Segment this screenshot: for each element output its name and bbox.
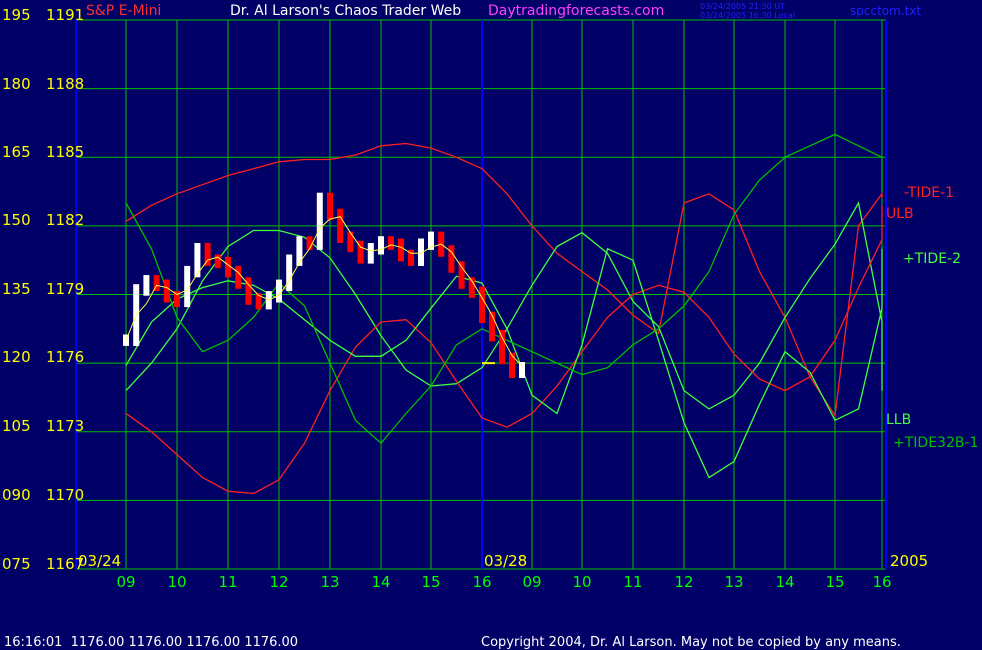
price-bar (194, 243, 201, 278)
price-bar (499, 330, 505, 365)
chart-canvas: S&P E-Mini Dr. Al Larson's Chaos Trader … (0, 0, 982, 650)
y-price-label: 1185 (46, 143, 84, 161)
series-label-ulb: ULB (886, 206, 914, 222)
price-bar (378, 236, 384, 255)
x-tick-label: 11 (623, 573, 642, 591)
x-tick-label: 16 (872, 573, 891, 591)
status-readout: 16:16:01 1176.00 1176.00 1176.00 1176.00 (4, 635, 298, 650)
price-bar (225, 256, 231, 278)
x-tick-label: 15 (421, 573, 440, 591)
chart-title: Dr. Al Larson's Chaos Trader Web (230, 3, 461, 19)
x-tick-label: 12 (269, 573, 288, 591)
x-tick-label: 09 (522, 573, 541, 591)
x-tick-label: 12 (674, 573, 693, 591)
price-bar (143, 275, 150, 296)
x-tick-label: 14 (775, 573, 794, 591)
y-left-label: 090 (2, 486, 31, 504)
site-link[interactable]: Daytradingforecasts.com (488, 3, 664, 19)
y-price-label: 1179 (46, 280, 84, 298)
x-tick-label: 09 (116, 573, 135, 591)
y-left-label: 150 (2, 211, 31, 229)
timestamp-ut: 03/24/2005 21:30 UT (700, 2, 785, 11)
price-bar (398, 238, 404, 262)
data-filename: spcctom.txt (850, 4, 921, 18)
x-tick-label: 15 (825, 573, 844, 591)
price-bar (458, 261, 465, 289)
price-bar (347, 231, 354, 253)
y-price-label: 1191 (46, 6, 84, 24)
price-bar (214, 254, 221, 269)
series-label-llb: LLB (886, 412, 911, 428)
price-bar (448, 245, 455, 273)
x-tick-label: 13 (724, 573, 743, 591)
y-left-label: 165 (2, 143, 31, 161)
price-bar (163, 279, 170, 303)
price-bar (337, 208, 344, 243)
y-price-label: 1173 (46, 417, 84, 435)
price-bar (388, 236, 394, 250)
x-tick-label: 16 (472, 573, 491, 591)
y-left-label: 195 (2, 6, 31, 24)
y-price-label: 1188 (46, 75, 84, 93)
y-price-label: 1182 (46, 211, 84, 229)
x-tick-label: 10 (572, 573, 591, 591)
x-tick-label: 10 (167, 573, 186, 591)
price-bar (367, 243, 374, 264)
price-bar (286, 254, 293, 292)
date-label: 2005 (890, 552, 928, 570)
price-bar (296, 236, 303, 266)
y-left-label: 135 (2, 280, 31, 298)
price-bar (509, 352, 515, 378)
copyright-notice: Copyright 2004, Dr. Al Larson. May not b… (481, 635, 901, 650)
price-bar (276, 279, 282, 303)
price-bar (235, 265, 242, 289)
x-tick-label: 13 (320, 573, 339, 591)
instrument-label: S&P E-Mini (86, 3, 161, 19)
timestamp-local: 03/24/2005 16:30 Local (700, 11, 795, 20)
price-bar (479, 286, 485, 324)
y-left-label: 105 (2, 417, 31, 435)
y-left-label: 120 (2, 348, 31, 366)
series-label-tide1: -TIDE-1 (904, 185, 954, 201)
y-price-label: 1170 (46, 486, 84, 504)
y-left-label: 075 (2, 555, 31, 573)
y-price-label: 1176 (46, 348, 84, 366)
date-label: 03/24 (78, 552, 121, 570)
price-bar (327, 192, 333, 221)
series-label-tide2: +TIDE-2 (903, 251, 961, 267)
y-left-label: 180 (2, 75, 31, 93)
date-label: 03/28 (484, 552, 527, 570)
x-tick-label: 11 (218, 573, 237, 591)
x-tick-label: 14 (371, 573, 390, 591)
price-bar (316, 192, 323, 250)
series-label-tide32b: +TIDE32B-1 (893, 435, 978, 451)
